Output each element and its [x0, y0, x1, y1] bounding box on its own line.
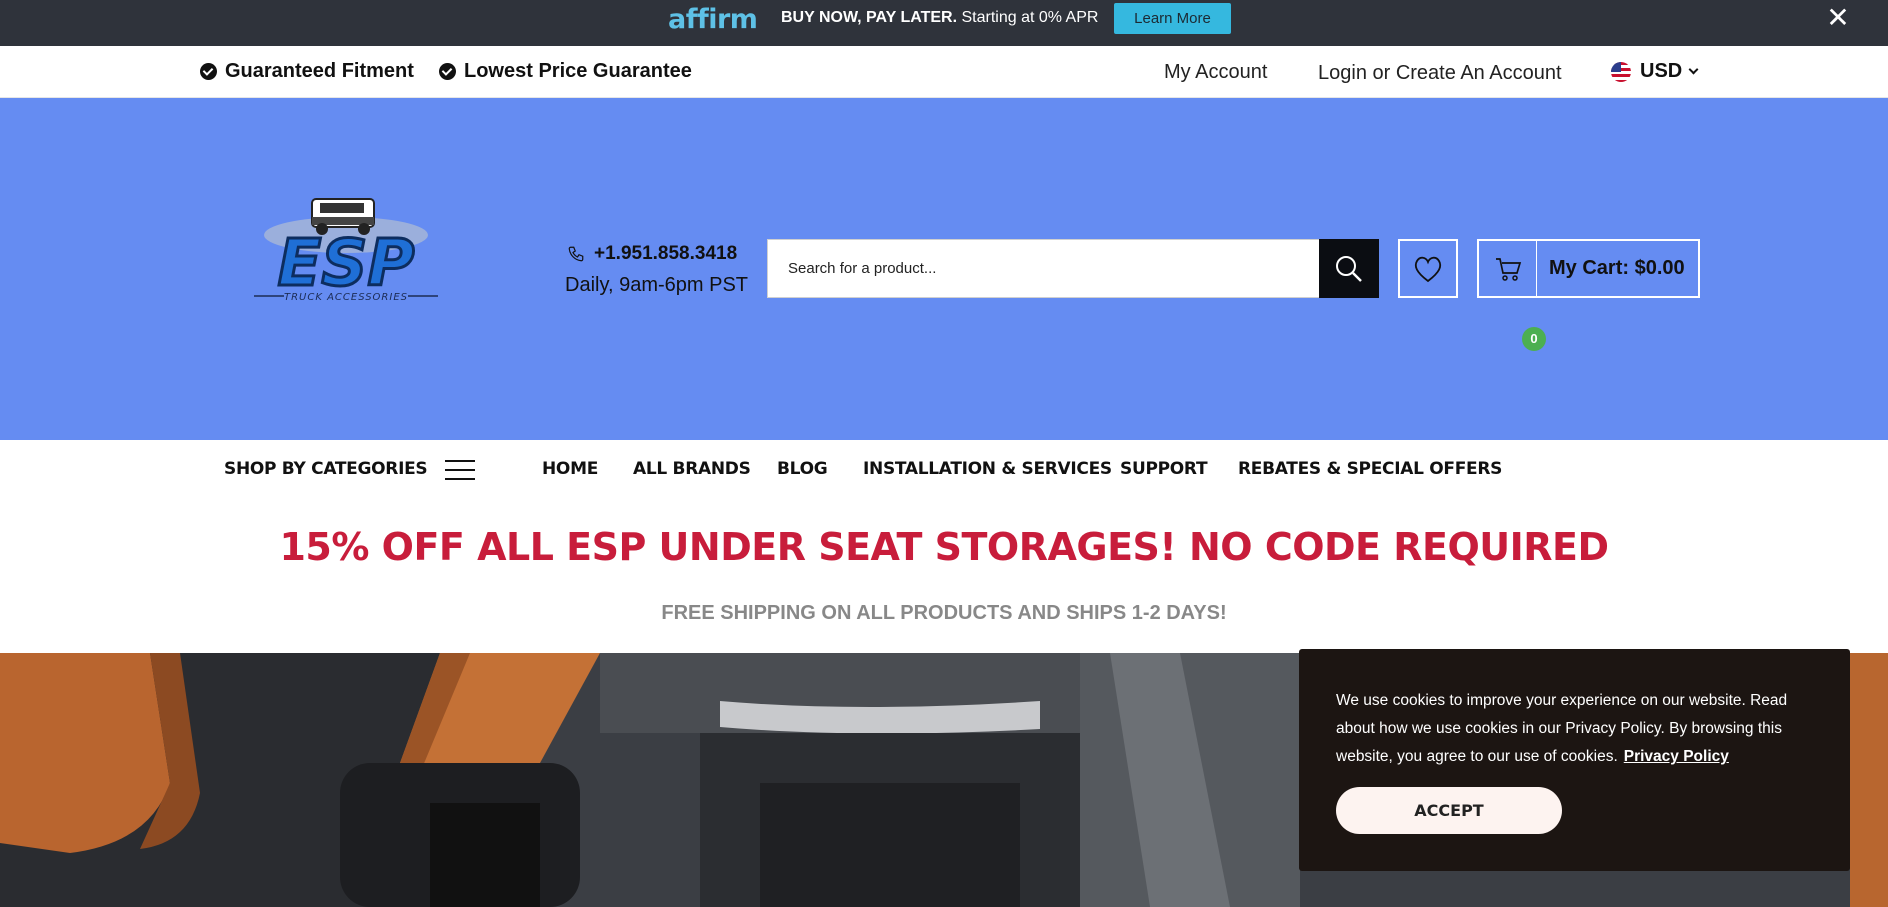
- cart-label: My Cart: $0.00: [1549, 257, 1685, 279]
- nav-shop-by-categories[interactable]: SHOP BY CATEGORIES: [224, 459, 428, 479]
- phone-number[interactable]: +1.951.858.3418: [567, 243, 737, 265]
- guarantee-price: Lowest Price Guarantee: [439, 60, 692, 83]
- check-circle-icon: [439, 63, 456, 80]
- nav-installation-services[interactable]: INSTALLATION & SERVICES: [863, 459, 1112, 479]
- search-button[interactable]: [1319, 239, 1379, 298]
- learn-more-button[interactable]: Learn More: [1114, 3, 1231, 34]
- guarantee-fitment: Guaranteed Fitment: [200, 60, 414, 83]
- logo-tagline: TRUCK ACCESSORIES: [284, 292, 408, 303]
- cart-count-badge: 0: [1522, 327, 1546, 351]
- sale-headline[interactable]: 15% OFF ALL ESP UNDER SEAT STORAGES! NO …: [0, 525, 1888, 569]
- utility-bar: Guaranteed Fitment Lowest Price Guarante…: [0, 46, 1888, 98]
- business-hours: Daily, 9am-6pm PST: [565, 274, 749, 296]
- logo-wordmark: ESP: [278, 227, 415, 301]
- nav-support[interactable]: SUPPORT: [1120, 459, 1208, 479]
- heart-icon: [1414, 256, 1442, 282]
- shipping-notice: FREE SHIPPING ON ALL PRODUCTS AND SHIPS …: [661, 602, 1227, 624]
- nav-blog[interactable]: BLOG: [777, 459, 828, 479]
- close-icon[interactable]: ✕: [1825, 4, 1851, 32]
- cart-icon: [1495, 257, 1521, 281]
- promo-text: BUY NOW, PAY LATER. Starting at 0% APR: [781, 9, 1098, 27]
- privacy-policy-link[interactable]: Privacy Policy: [1624, 748, 1729, 765]
- esp-logo[interactable]: ESP TRUCK ACCESSORIES: [244, 193, 448, 308]
- currency-selector[interactable]: USD: [1611, 60, 1699, 83]
- nav-rebates-special-offers[interactable]: REBATES & SPECIAL OFFERS: [1238, 459, 1502, 479]
- search-input[interactable]: [767, 239, 1320, 298]
- promo-headline: BUY NOW, PAY LATER.: [781, 9, 958, 26]
- search-icon: [1336, 255, 1362, 282]
- cookie-banner: We use cookies to improve your experienc…: [1299, 649, 1850, 871]
- main-nav: SHOP BY CATEGORIES HOME ALL BRANDS BLOG …: [0, 440, 1888, 500]
- my-account-link[interactable]: My Account: [1164, 61, 1267, 84]
- chevron-down-icon: [1688, 64, 1699, 75]
- us-flag-icon: [1611, 61, 1631, 82]
- affirm-logo: affirm: [668, 4, 758, 35]
- guarantee-label: Guaranteed Fitment: [225, 60, 414, 82]
- guarantee-label: Lowest Price Guarantee: [464, 60, 692, 82]
- accept-cookies-button[interactable]: ACCEPT: [1336, 787, 1562, 834]
- cart-icon-box: [1479, 241, 1537, 296]
- site-header: ESP TRUCK ACCESSORIES +1.951.858.3418 Da…: [0, 98, 1888, 440]
- wishlist-button[interactable]: [1398, 239, 1458, 298]
- check-circle-icon: [200, 63, 217, 80]
- nav-home[interactable]: HOME: [542, 459, 598, 479]
- cart-button[interactable]: My Cart: $0.00: [1477, 239, 1700, 298]
- phone-label: +1.951.858.3418: [594, 243, 738, 264]
- nav-all-brands[interactable]: ALL BRANDS: [633, 459, 751, 479]
- promo-subtext: Starting at 0% APR: [957, 9, 1099, 26]
- hamburger-menu-icon[interactable]: [445, 460, 475, 480]
- phone-icon: [568, 246, 584, 262]
- currency-label: USD: [1640, 60, 1683, 82]
- promo-bar: affirm BUY NOW, PAY LATER. Starting at 0…: [0, 0, 1888, 46]
- cookie-message: We use cookies to improve your experienc…: [1336, 687, 1816, 771]
- login-link[interactable]: Login or Create An Account: [1318, 62, 1562, 85]
